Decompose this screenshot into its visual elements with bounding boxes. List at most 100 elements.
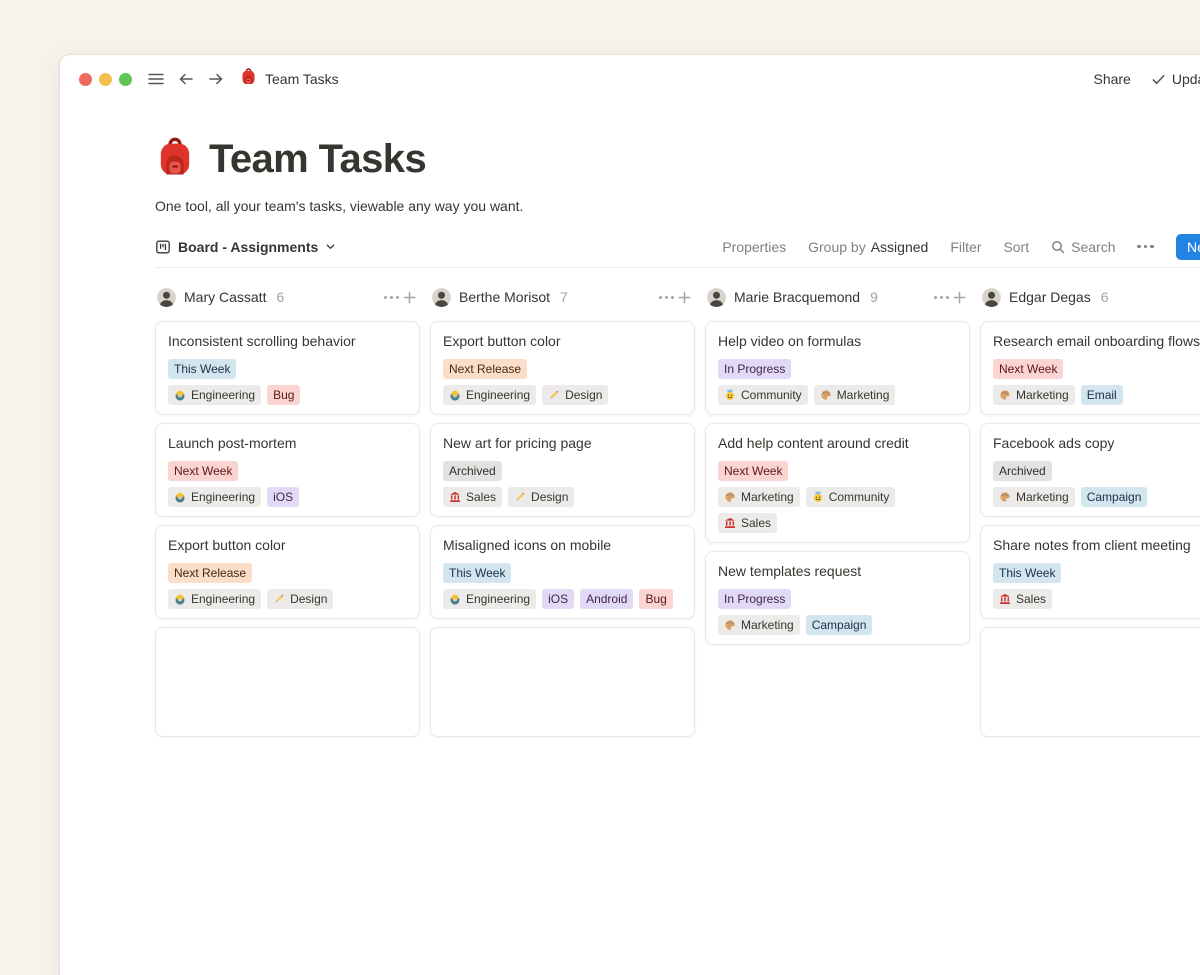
page-title: Team Tasks — [209, 137, 426, 182]
column-add-icon[interactable] — [950, 288, 968, 306]
search-button[interactable]: Search — [1051, 239, 1115, 255]
pill-label: Community — [829, 487, 890, 507]
card[interactable]: Share notes from client meetingThis Week… — [980, 525, 1200, 619]
pill: Bug — [639, 589, 672, 609]
pill: iOS — [267, 487, 299, 507]
pill-label: This Week — [449, 563, 505, 583]
tags-row: Marketing Campaign — [993, 487, 1200, 507]
tags-row: CommunityMarketing — [718, 385, 957, 405]
pill-label: Next Week — [724, 461, 782, 481]
pill-label: Engineering — [466, 385, 530, 405]
traffic-lights — [79, 73, 132, 86]
pill: Archived — [443, 461, 502, 481]
card[interactable] — [430, 627, 695, 737]
card-title: Export button color — [168, 535, 407, 555]
engineering-icon — [174, 491, 186, 503]
pill-label: Bug — [273, 385, 294, 405]
zoom-window-icon[interactable] — [119, 73, 132, 86]
pill-label: Design — [290, 589, 327, 609]
column-header: Marie Bracquemond9 — [705, 286, 970, 308]
sort-button[interactable]: Sort — [1003, 239, 1029, 255]
card[interactable] — [980, 627, 1200, 737]
pill-label: Archived — [999, 461, 1046, 481]
pill-label: Campaign — [812, 615, 867, 635]
pill-label: Engineering — [191, 487, 255, 507]
card[interactable]: Misaligned icons on mobile This Week Engin… — [430, 525, 695, 619]
pill: Sales — [993, 589, 1052, 609]
backpack-icon — [240, 68, 257, 90]
column-more-icon[interactable] — [657, 288, 675, 306]
updates-button[interactable]: Updates — [1151, 71, 1200, 87]
card[interactable]: Add help content around creditNext WeekM… — [705, 423, 970, 543]
design-icon — [514, 491, 526, 503]
pill: Next Release — [168, 563, 252, 583]
status-row: This Week — [443, 563, 682, 583]
card-title: New art for pricing page — [443, 433, 682, 453]
card[interactable]: Export button color Next Release Engineeri… — [155, 525, 420, 619]
column-more-icon[interactable] — [932, 288, 950, 306]
forward-arrow-icon[interactable] — [206, 69, 226, 89]
card[interactable]: Facebook ads copyArchivedMarketingCampai… — [980, 423, 1200, 517]
pill-label: Engineering — [191, 385, 255, 405]
more-options-icon[interactable] — [1137, 245, 1154, 249]
page-subtitle: One tool, all your team's tasks, viewabl… — [155, 198, 1200, 214]
card[interactable]: Research email onboarding flows Next Week… — [980, 321, 1200, 415]
board-view-icon — [155, 239, 171, 255]
column-add-icon[interactable] — [675, 288, 693, 306]
column-count: 7 — [560, 289, 568, 305]
updates-label: Updates — [1172, 71, 1200, 87]
engineering-icon — [174, 389, 186, 401]
tags-row: SalesDesign — [443, 487, 682, 507]
minimize-window-icon[interactable] — [99, 73, 112, 86]
pill: Marketing — [993, 487, 1075, 507]
card[interactable] — [155, 627, 420, 737]
marketing-icon — [724, 619, 736, 631]
card-title: Misaligned icons on mobile — [443, 535, 682, 555]
avatar-mary-cassatt — [157, 288, 176, 307]
pill: Next Week — [718, 461, 788, 481]
view-switcher[interactable]: Board - Assignments — [155, 239, 336, 255]
pill: Engineering — [443, 385, 536, 405]
search-label: Search — [1071, 239, 1115, 255]
card[interactable]: Launch post-mortemNext WeekEngineeringiO… — [155, 423, 420, 517]
card[interactable]: New templates requestIn ProgressMarketin… — [705, 551, 970, 645]
tags-row: EngineeringiOSAndroidBug — [443, 589, 682, 609]
card[interactable]: New art for pricing page Archived SalesDes… — [430, 423, 695, 517]
backpack-icon — [155, 137, 195, 182]
pill: Engineering — [168, 589, 261, 609]
back-arrow-icon[interactable] — [176, 69, 196, 89]
pill-label: Sales — [741, 513, 771, 533]
column-more-icon[interactable] — [382, 288, 400, 306]
card-title: Research email onboarding flows — [993, 331, 1200, 351]
share-button[interactable]: Share — [1093, 71, 1130, 87]
status-row: Next Week — [993, 359, 1200, 379]
column-add-icon[interactable] — [400, 288, 418, 306]
marketing-icon — [999, 389, 1011, 401]
marketing-icon — [724, 491, 736, 503]
tags-row: Engineering Design — [443, 385, 682, 405]
close-window-icon[interactable] — [79, 73, 92, 86]
card[interactable]: Export button colorNext ReleaseEngineeri… — [430, 321, 695, 415]
card[interactable]: Help video on formulasIn ProgressCommuni… — [705, 321, 970, 415]
column-count: 6 — [276, 289, 284, 305]
status-row: Archived — [993, 461, 1200, 481]
card-title: Share notes from client meeting — [993, 535, 1200, 555]
hamburger-icon[interactable] — [146, 69, 166, 89]
filter-button[interactable]: Filter — [950, 239, 981, 255]
group-by-button[interactable]: Group by Assigned — [808, 239, 928, 255]
pill: Design — [542, 385, 608, 405]
card[interactable]: Inconsistent scrolling behaviorThis Week… — [155, 321, 420, 415]
pill-label: Archived — [449, 461, 496, 481]
board-column: Marie Bracquemond9 Help video on formulas… — [705, 286, 970, 737]
pill: Next Week — [168, 461, 238, 481]
pill: Next Release — [443, 359, 527, 379]
column-header: Berthe Morisot7 — [430, 286, 695, 308]
new-button[interactable]: New — [1176, 234, 1200, 260]
pill: Campaign — [1081, 487, 1148, 507]
pill-label: Marketing — [1016, 385, 1069, 405]
design-icon — [548, 389, 560, 401]
status-row: Next Release — [168, 563, 407, 583]
pill-label: In Progress — [724, 359, 785, 379]
properties-button[interactable]: Properties — [722, 239, 786, 255]
chevron-down-icon — [325, 241, 336, 252]
